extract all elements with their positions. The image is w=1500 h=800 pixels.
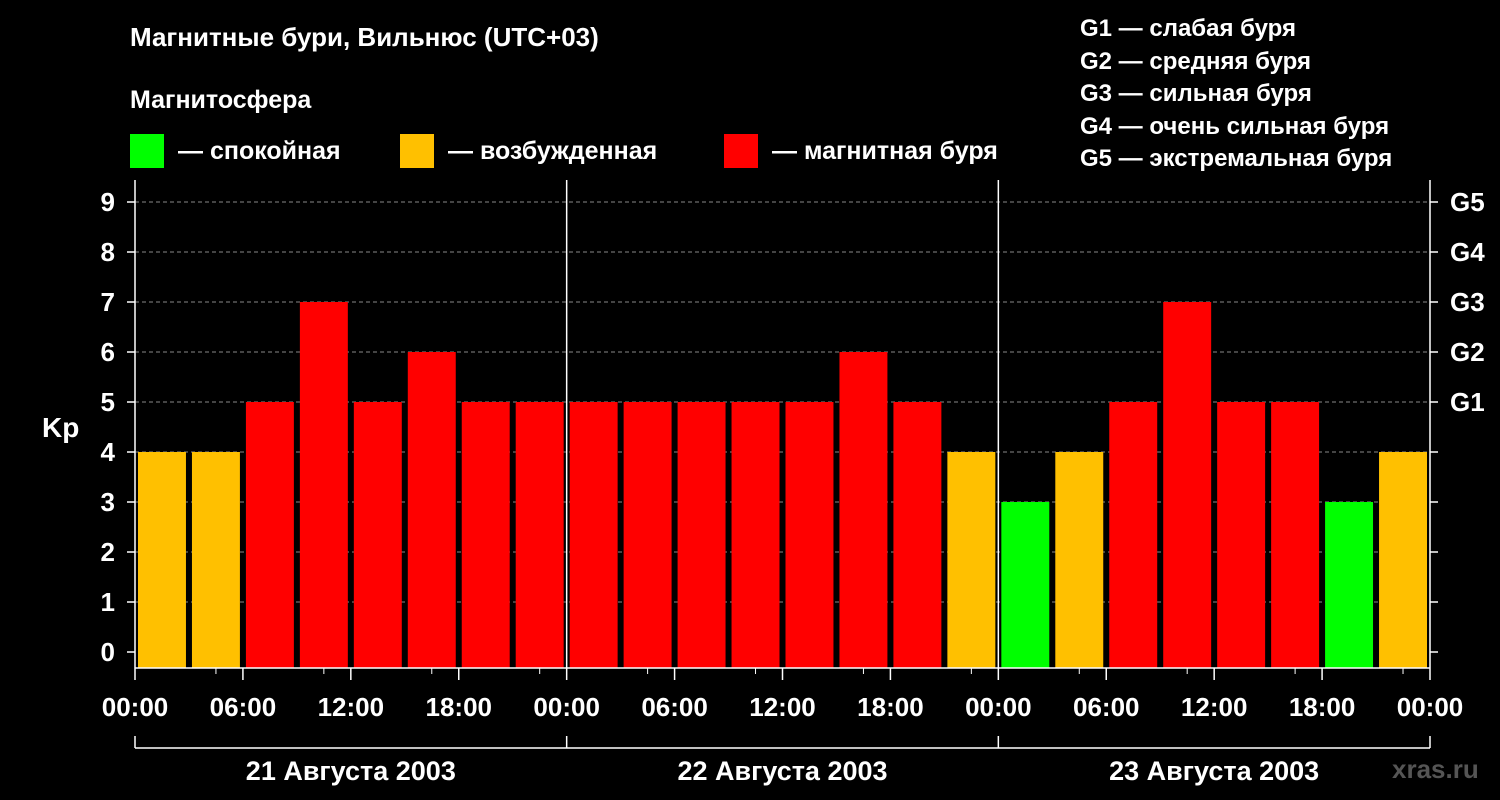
bar bbox=[1055, 452, 1104, 668]
x-tick-label: 12:00 bbox=[318, 692, 385, 722]
g-scale-label: G3 bbox=[1450, 287, 1485, 317]
watermark: xras.ru bbox=[1392, 754, 1479, 784]
day-label: 21 Августа 2003 bbox=[246, 756, 456, 786]
bar bbox=[461, 402, 510, 668]
day-label: 23 Августа 2003 bbox=[1109, 756, 1319, 786]
bar bbox=[623, 402, 672, 668]
x-tick-label: 12:00 bbox=[1181, 692, 1248, 722]
bar bbox=[191, 452, 240, 668]
bar bbox=[1271, 402, 1320, 668]
y-tick-label: 2 bbox=[101, 537, 115, 567]
x-tick-label: 06:00 bbox=[210, 692, 277, 722]
x-tick-label: 00:00 bbox=[102, 692, 169, 722]
bar bbox=[299, 302, 348, 668]
y-tick-label: 3 bbox=[101, 487, 115, 517]
g-scale-label: G4 bbox=[1450, 237, 1485, 267]
bar bbox=[1217, 402, 1266, 668]
x-tick-label: 18:00 bbox=[426, 692, 493, 722]
bar bbox=[515, 402, 564, 668]
y-tick-label: 7 bbox=[101, 287, 115, 317]
bar bbox=[677, 402, 726, 668]
bar bbox=[893, 402, 942, 668]
bar bbox=[785, 402, 834, 668]
x-tick-label: 06:00 bbox=[641, 692, 708, 722]
y-tick-label: 0 bbox=[101, 637, 115, 667]
bar bbox=[1163, 302, 1212, 668]
y-tick-label: 1 bbox=[101, 587, 115, 617]
x-tick-label: 12:00 bbox=[749, 692, 816, 722]
x-tick-label: 06:00 bbox=[1073, 692, 1140, 722]
day-label: 22 Августа 2003 bbox=[677, 756, 887, 786]
x-tick-label: 18:00 bbox=[1289, 692, 1356, 722]
bar bbox=[1325, 502, 1374, 668]
y-tick-label: 9 bbox=[101, 187, 115, 217]
x-tick-label: 00:00 bbox=[965, 692, 1032, 722]
bar bbox=[947, 452, 996, 668]
bar bbox=[1109, 402, 1158, 668]
x-tick-label: 18:00 bbox=[857, 692, 924, 722]
y-tick-label: 4 bbox=[101, 437, 116, 467]
x-tick-label: 00:00 bbox=[533, 692, 600, 722]
bar bbox=[1001, 502, 1050, 668]
bar bbox=[138, 452, 186, 668]
bar bbox=[245, 402, 294, 668]
x-tick-label: 00:00 bbox=[1397, 692, 1464, 722]
g-scale-label: G5 bbox=[1450, 187, 1485, 217]
y-tick-label: 6 bbox=[101, 337, 115, 367]
bar bbox=[731, 402, 780, 668]
kp-bar-chart: 0 1 2 3 4 5 6 7 8 9 G1 G2 G3 G4 G5 00:00 06:00 12:00 18:00… bbox=[101, 180, 1485, 786]
g-scale-label: G1 bbox=[1450, 387, 1485, 417]
g-scale-label: G2 bbox=[1450, 337, 1485, 367]
bar bbox=[407, 352, 456, 668]
y-tick-label: 5 bbox=[101, 387, 115, 417]
bar bbox=[1379, 452, 1427, 668]
y-tick-label: 8 bbox=[101, 237, 115, 267]
bar bbox=[839, 352, 888, 668]
bar bbox=[353, 402, 402, 668]
bar bbox=[569, 402, 618, 668]
